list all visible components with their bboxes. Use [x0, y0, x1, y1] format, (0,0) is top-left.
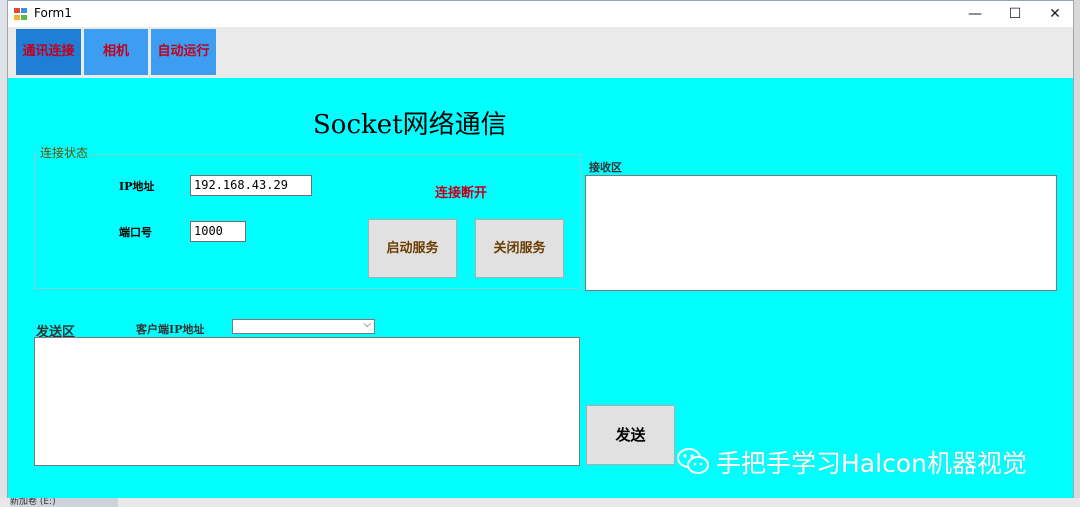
receive-textarea[interactable]	[585, 175, 1057, 291]
title-bar[interactable]: Form1 — ☐ ✕	[8, 1, 1073, 27]
client-ip-label: 客户端IP地址	[136, 323, 205, 336]
wechat-icon	[677, 448, 709, 474]
minimize-button[interactable]: —	[955, 1, 995, 27]
form-window: Form1 — ☐ ✕ 通讯连接 相机 自动运行 Socket网络通信 连接状态…	[7, 0, 1074, 498]
receive-area-label: 接收区	[589, 161, 622, 174]
desktop-drive-label: 新加卷 (E:)	[10, 498, 118, 507]
send-button[interactable]: 发送	[586, 405, 675, 465]
connection-group-title: 连接状态	[38, 144, 91, 161]
port-input[interactable]: 1000	[190, 221, 246, 242]
close-button[interactable]: ✕	[1035, 1, 1075, 27]
port-label: 端口号	[119, 226, 152, 239]
chevron-down-icon: ⌵	[363, 319, 371, 330]
main-content: Socket网络通信 连接状态 IP地址 192.168.43.29 端口号 1…	[8, 78, 1073, 498]
desktop-strip: 新加卷 (E:)	[0, 498, 1080, 507]
connection-status: 连接断开	[435, 186, 488, 201]
toolbar: 通讯连接 相机 自动运行	[8, 27, 1073, 78]
ip-input[interactable]: 192.168.43.29	[190, 175, 312, 196]
send-textarea[interactable]	[34, 337, 580, 466]
maximize-button[interactable]: ☐	[995, 1, 1035, 27]
client-ip-select[interactable]: ⌵	[232, 319, 375, 334]
tab-auto-run[interactable]: 自动运行	[151, 29, 216, 75]
ip-label: IP地址	[119, 180, 155, 193]
tab-communication[interactable]: 通讯连接	[16, 29, 81, 75]
app-icon	[14, 8, 27, 20]
window-title: Form1	[34, 6, 72, 20]
tab-camera[interactable]: 相机	[84, 29, 148, 75]
stop-service-button[interactable]: 关闭服务	[475, 219, 564, 278]
watermark-text: 手把手学习Halcon机器视觉	[716, 449, 1027, 478]
page-title: Socket网络通信	[313, 110, 507, 140]
start-service-button[interactable]: 启动服务	[368, 219, 457, 278]
